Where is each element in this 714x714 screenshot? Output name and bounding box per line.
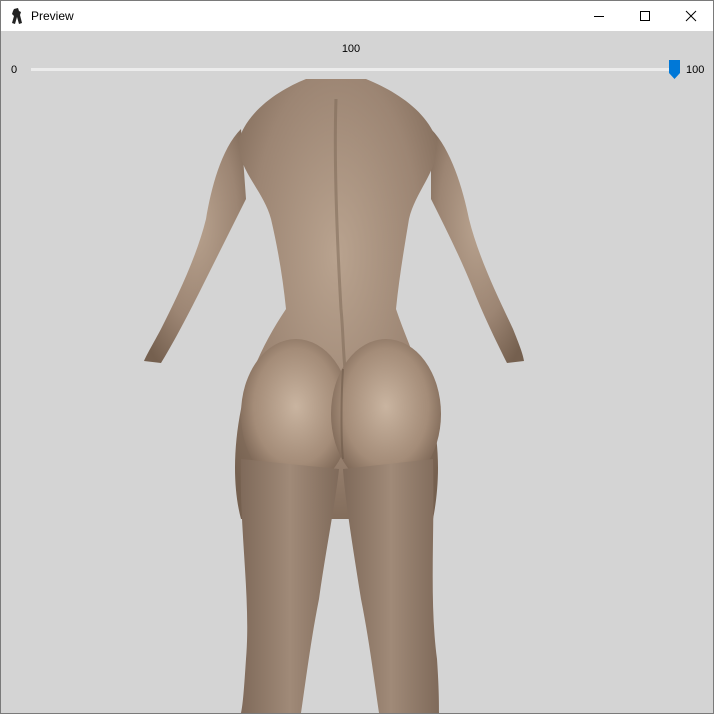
figure-silhouette-icon [11, 8, 23, 24]
close-button[interactable] [668, 1, 713, 31]
body-model-render [144, 79, 524, 713]
preview-window: Preview 100 0 100 [0, 0, 714, 714]
close-icon [685, 10, 697, 22]
client-area: 100 0 100 [1, 31, 713, 713]
slider-fill [31, 68, 679, 71]
slider-value-label: 100 [341, 43, 361, 55]
slider-thumb[interactable] [669, 60, 680, 79]
minimize-button[interactable] [576, 1, 622, 31]
slider-min-label: 0 [11, 64, 18, 76]
slider-max-label: 100 [686, 64, 705, 76]
slider-track[interactable] [31, 68, 679, 71]
minimize-icon [594, 16, 604, 17]
maximize-button[interactable] [622, 1, 668, 31]
title-bar[interactable]: Preview [1, 1, 713, 31]
3d-viewport[interactable] [1, 79, 713, 713]
maximize-icon [640, 11, 650, 21]
window-title: Preview [31, 9, 74, 23]
